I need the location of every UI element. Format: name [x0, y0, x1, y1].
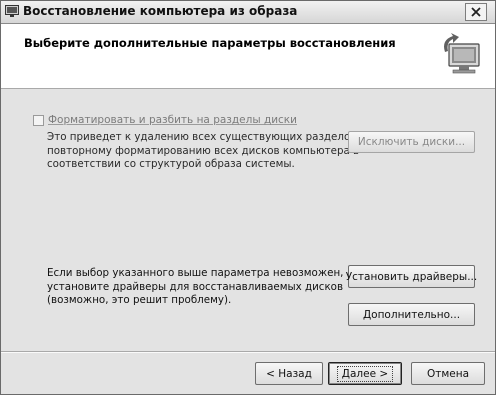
format-disks-checkbox[interactable] [33, 115, 44, 126]
close-icon [471, 7, 481, 17]
page-title: Выберите дополнительные параметры восста… [24, 36, 396, 50]
install-drivers-button[interactable]: Установить драйверы... [345, 265, 478, 288]
advanced-button[interactable]: Дополнительно... [348, 303, 475, 326]
back-button-label: < Назад [266, 367, 312, 380]
drivers-description-line: (возможно, это решит проблему). [47, 294, 232, 306]
window-app-icon [5, 5, 19, 17]
next-button-label: Далее > [336, 365, 394, 382]
restore-wizard-window: Восстановление компьютера из образа Выбе… [0, 0, 496, 395]
advanced-button-label: Дополнительно... [362, 308, 461, 321]
drivers-description-line: установите драйверы для восстанавливаемы… [47, 280, 344, 293]
cancel-button-label: Отмена [426, 367, 470, 380]
drivers-description-line: Если выбор указанного выше параметра нев… [47, 267, 344, 279]
exclude-disks-button[interactable]: Исключить диски... [348, 131, 475, 153]
format-description-line: Это приведет к удалению всех существующи… [47, 131, 367, 143]
back-button[interactable]: < Назад [255, 362, 323, 385]
cancel-button[interactable]: Отмена [411, 362, 485, 385]
computer-restore-icon [444, 33, 480, 74]
next-button[interactable]: Далее > [328, 362, 402, 385]
format-disks-label: Форматировать и разбить на разделы диски [48, 114, 297, 126]
title-bar[interactable]: Восстановление компьютера из образа [1, 1, 495, 24]
wizard-header: Выберите дополнительные параметры восста… [1, 24, 495, 89]
exclude-disks-button-label: Исключить диски... [357, 136, 466, 148]
format-description: Это приведет к удалению всех существующи… [47, 131, 367, 172]
format-description-line: повторному форматированию всех дисков ко… [47, 144, 360, 157]
install-drivers-button-label: Установить драйверы... [345, 270, 478, 283]
drivers-description: Если выбор указанного выше параметра нев… [47, 267, 347, 308]
window-title: Восстановление компьютера из образа [23, 4, 298, 18]
footer-divider-highlight [1, 352, 495, 353]
close-button[interactable] [465, 3, 487, 21]
format-description-line: соответствии со структурой образа систем… [47, 158, 295, 170]
